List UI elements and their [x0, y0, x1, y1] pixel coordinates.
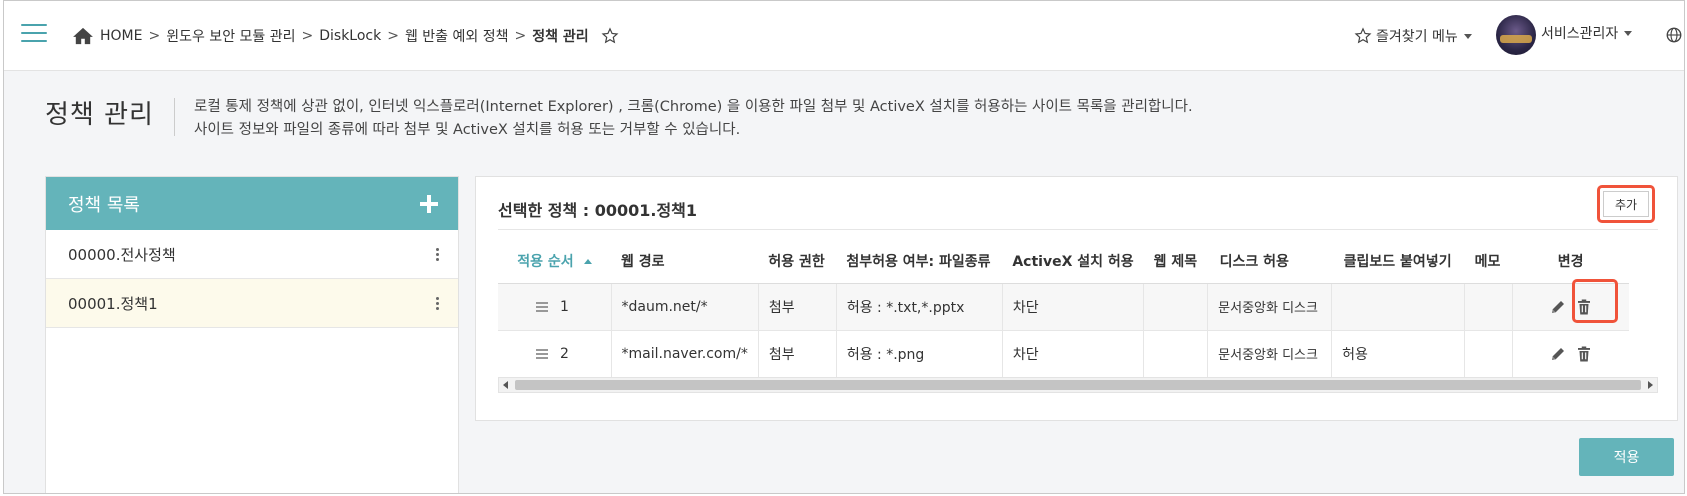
scroll-left-icon[interactable] [503, 381, 508, 389]
chevron-down-icon [1624, 30, 1633, 36]
column-header-web-title[interactable]: 웹 제목 [1143, 239, 1208, 284]
favorites-menu[interactable]: 즐겨찾기 메뉴 [1354, 26, 1472, 46]
cell-memo [1464, 283, 1514, 331]
more-options-icon[interactable] [436, 247, 440, 261]
cell-clipboard [1331, 283, 1466, 331]
column-header-change: 변경 [1512, 239, 1629, 284]
page-description: 로컬 통제 정책에 상관 없이, 인터넷 익스플로러(Internet Expl… [194, 96, 1193, 142]
cell-disk: 문서중앙화 디스크 [1207, 283, 1333, 331]
trash-icon[interactable] [1575, 345, 1593, 363]
page-title: 정책 관리 [45, 100, 154, 130]
cell-permission: 첨부 [758, 330, 837, 378]
policy-list-panel: 정책 목록 00000.전사정책 00001.정책1 [45, 176, 459, 493]
title-divider [174, 98, 175, 136]
cell-disk: 문서중앙화 디스크 [1207, 330, 1333, 378]
column-header-clipboard[interactable]: 클립보드 붙여넣기 [1331, 239, 1465, 284]
apply-button[interactable]: 적용 [1579, 438, 1674, 476]
cell-attach: 허용 : *.txt,*.pptx [836, 283, 1003, 331]
scroll-right-icon[interactable] [1648, 381, 1653, 389]
breadcrumb-current: 정책 관리 [532, 29, 589, 45]
sort-ascending-icon [583, 259, 592, 265]
column-header-path[interactable]: 웹 경로 [611, 239, 759, 284]
top-bar: HOME > 윈도우 보안 모듈 관리 > DiskLock > 웹 반출 예외… [4, 1, 1684, 71]
add-policy-icon[interactable] [420, 194, 438, 213]
app-frame: HOME > 윈도우 보안 모듈 관리 > DiskLock > 웹 반출 예외… [3, 0, 1685, 494]
home-icon[interactable] [72, 27, 94, 45]
policy-item-selected[interactable]: 00001.정책1 [46, 279, 458, 328]
policy-item-label: 00001.정책1 [68, 294, 158, 313]
cell-order: 2 [498, 330, 612, 378]
menu-toggle-icon[interactable] [21, 24, 47, 44]
user-menu[interactable]: 서비스관리자 [1541, 23, 1633, 43]
breadcrumb-separator: > [301, 28, 314, 44]
star-icon [1354, 27, 1372, 44]
cell-actions [1512, 330, 1629, 378]
drag-handle-icon[interactable] [536, 347, 548, 361]
breadcrumb-home[interactable]: HOME [100, 28, 142, 44]
column-header-disk[interactable]: 디스크 허용 [1207, 239, 1332, 284]
cell-actions [1512, 283, 1629, 331]
drag-handle-icon[interactable] [536, 300, 548, 314]
breadcrumb-disklock[interactable]: DiskLock [319, 28, 381, 44]
table-row[interactable]: 2 *mail.naver.com/* 첨부 허용 : *.png 차단 문서중… [498, 330, 1629, 378]
table-row[interactable]: 1 *daum.net/* 첨부 허용 : *.txt,*.pptx 차단 문서… [498, 283, 1629, 331]
column-header-memo[interactable]: 메모 [1464, 239, 1513, 284]
globe-icon[interactable] [1665, 26, 1683, 44]
divider [498, 229, 1658, 230]
chevron-down-icon [1463, 33, 1472, 39]
bookmark-star-icon[interactable] [601, 27, 619, 45]
description-line: 로컬 통제 정책에 상관 없이, 인터넷 익스플로러(Internet Expl… [194, 99, 1193, 115]
policy-item-label: 00000.전사정책 [68, 245, 176, 264]
cell-activex: 차단 [1002, 283, 1145, 331]
policy-list-title: 정책 목록 [68, 194, 140, 216]
user-label: 서비스관리자 [1541, 26, 1619, 42]
column-header-activex[interactable]: ActiveX 설치 허용 [1002, 239, 1144, 284]
cell-path: *daum.net/* [611, 283, 759, 331]
cell-activex: 차단 [1002, 330, 1145, 378]
rule-table: 적용 순서 웹 경로 허용 권한 첨부허용 여부: 파일종류 ActiveX 설… [498, 239, 1629, 378]
cell-permission: 첨부 [758, 283, 837, 331]
edit-pencil-icon[interactable] [1549, 345, 1567, 363]
breadcrumb-separator: > [514, 28, 527, 44]
favorites-label: 즐겨찾기 메뉴 [1376, 29, 1458, 45]
breadcrumb-web-exception[interactable]: 웹 반출 예외 정책 [405, 26, 509, 46]
cell-memo [1464, 330, 1514, 378]
breadcrumb-separator: > [387, 28, 399, 44]
cell-clipboard: 허용 [1331, 330, 1466, 378]
breadcrumb: HOME > 윈도우 보안 모듈 관리 > DiskLock > 웹 반출 예외… [72, 26, 619, 46]
column-header-permission[interactable]: 허용 권한 [758, 239, 837, 284]
horizontal-scrollbar[interactable] [498, 377, 1658, 393]
add-button[interactable]: 추가 [1603, 191, 1649, 217]
policy-list-header: 정책 목록 [46, 177, 458, 230]
policy-detail-panel: 선택한 정책 : 00001.정책1 추가 적용 순서 웹 경로 허용 권한 첨… [475, 176, 1678, 421]
edit-pencil-icon[interactable] [1549, 298, 1567, 316]
cell-attach: 허용 : *.png [836, 330, 1003, 378]
selected-policy-title: 선택한 정책 : 00001.정책1 [498, 201, 698, 220]
column-header-order[interactable]: 적용 순서 [498, 239, 611, 284]
avatar[interactable] [1496, 15, 1536, 55]
breadcrumb-separator: > [148, 28, 161, 44]
scrollbar-thumb[interactable] [515, 380, 1641, 390]
policy-item[interactable]: 00000.전사정책 [46, 230, 458, 279]
description-line: 사이트 정보와 파일의 종류에 따라 첨부 및 ActiveX 설치를 허용 또… [194, 122, 741, 138]
column-header-attach[interactable]: 첨부허용 여부: 파일종류 [836, 239, 1003, 284]
breadcrumb-window-security[interactable]: 윈도우 보안 모듈 관리 [166, 26, 295, 46]
cell-path: *mail.naver.com/* [611, 330, 759, 378]
cell-order: 1 [498, 283, 612, 331]
cell-web-title [1143, 330, 1209, 378]
more-options-icon[interactable] [436, 296, 440, 310]
trash-icon[interactable] [1575, 298, 1593, 316]
table-header-row: 적용 순서 웹 경로 허용 권한 첨부허용 여부: 파일종류 ActiveX 설… [498, 239, 1629, 284]
cell-web-title [1143, 283, 1209, 331]
